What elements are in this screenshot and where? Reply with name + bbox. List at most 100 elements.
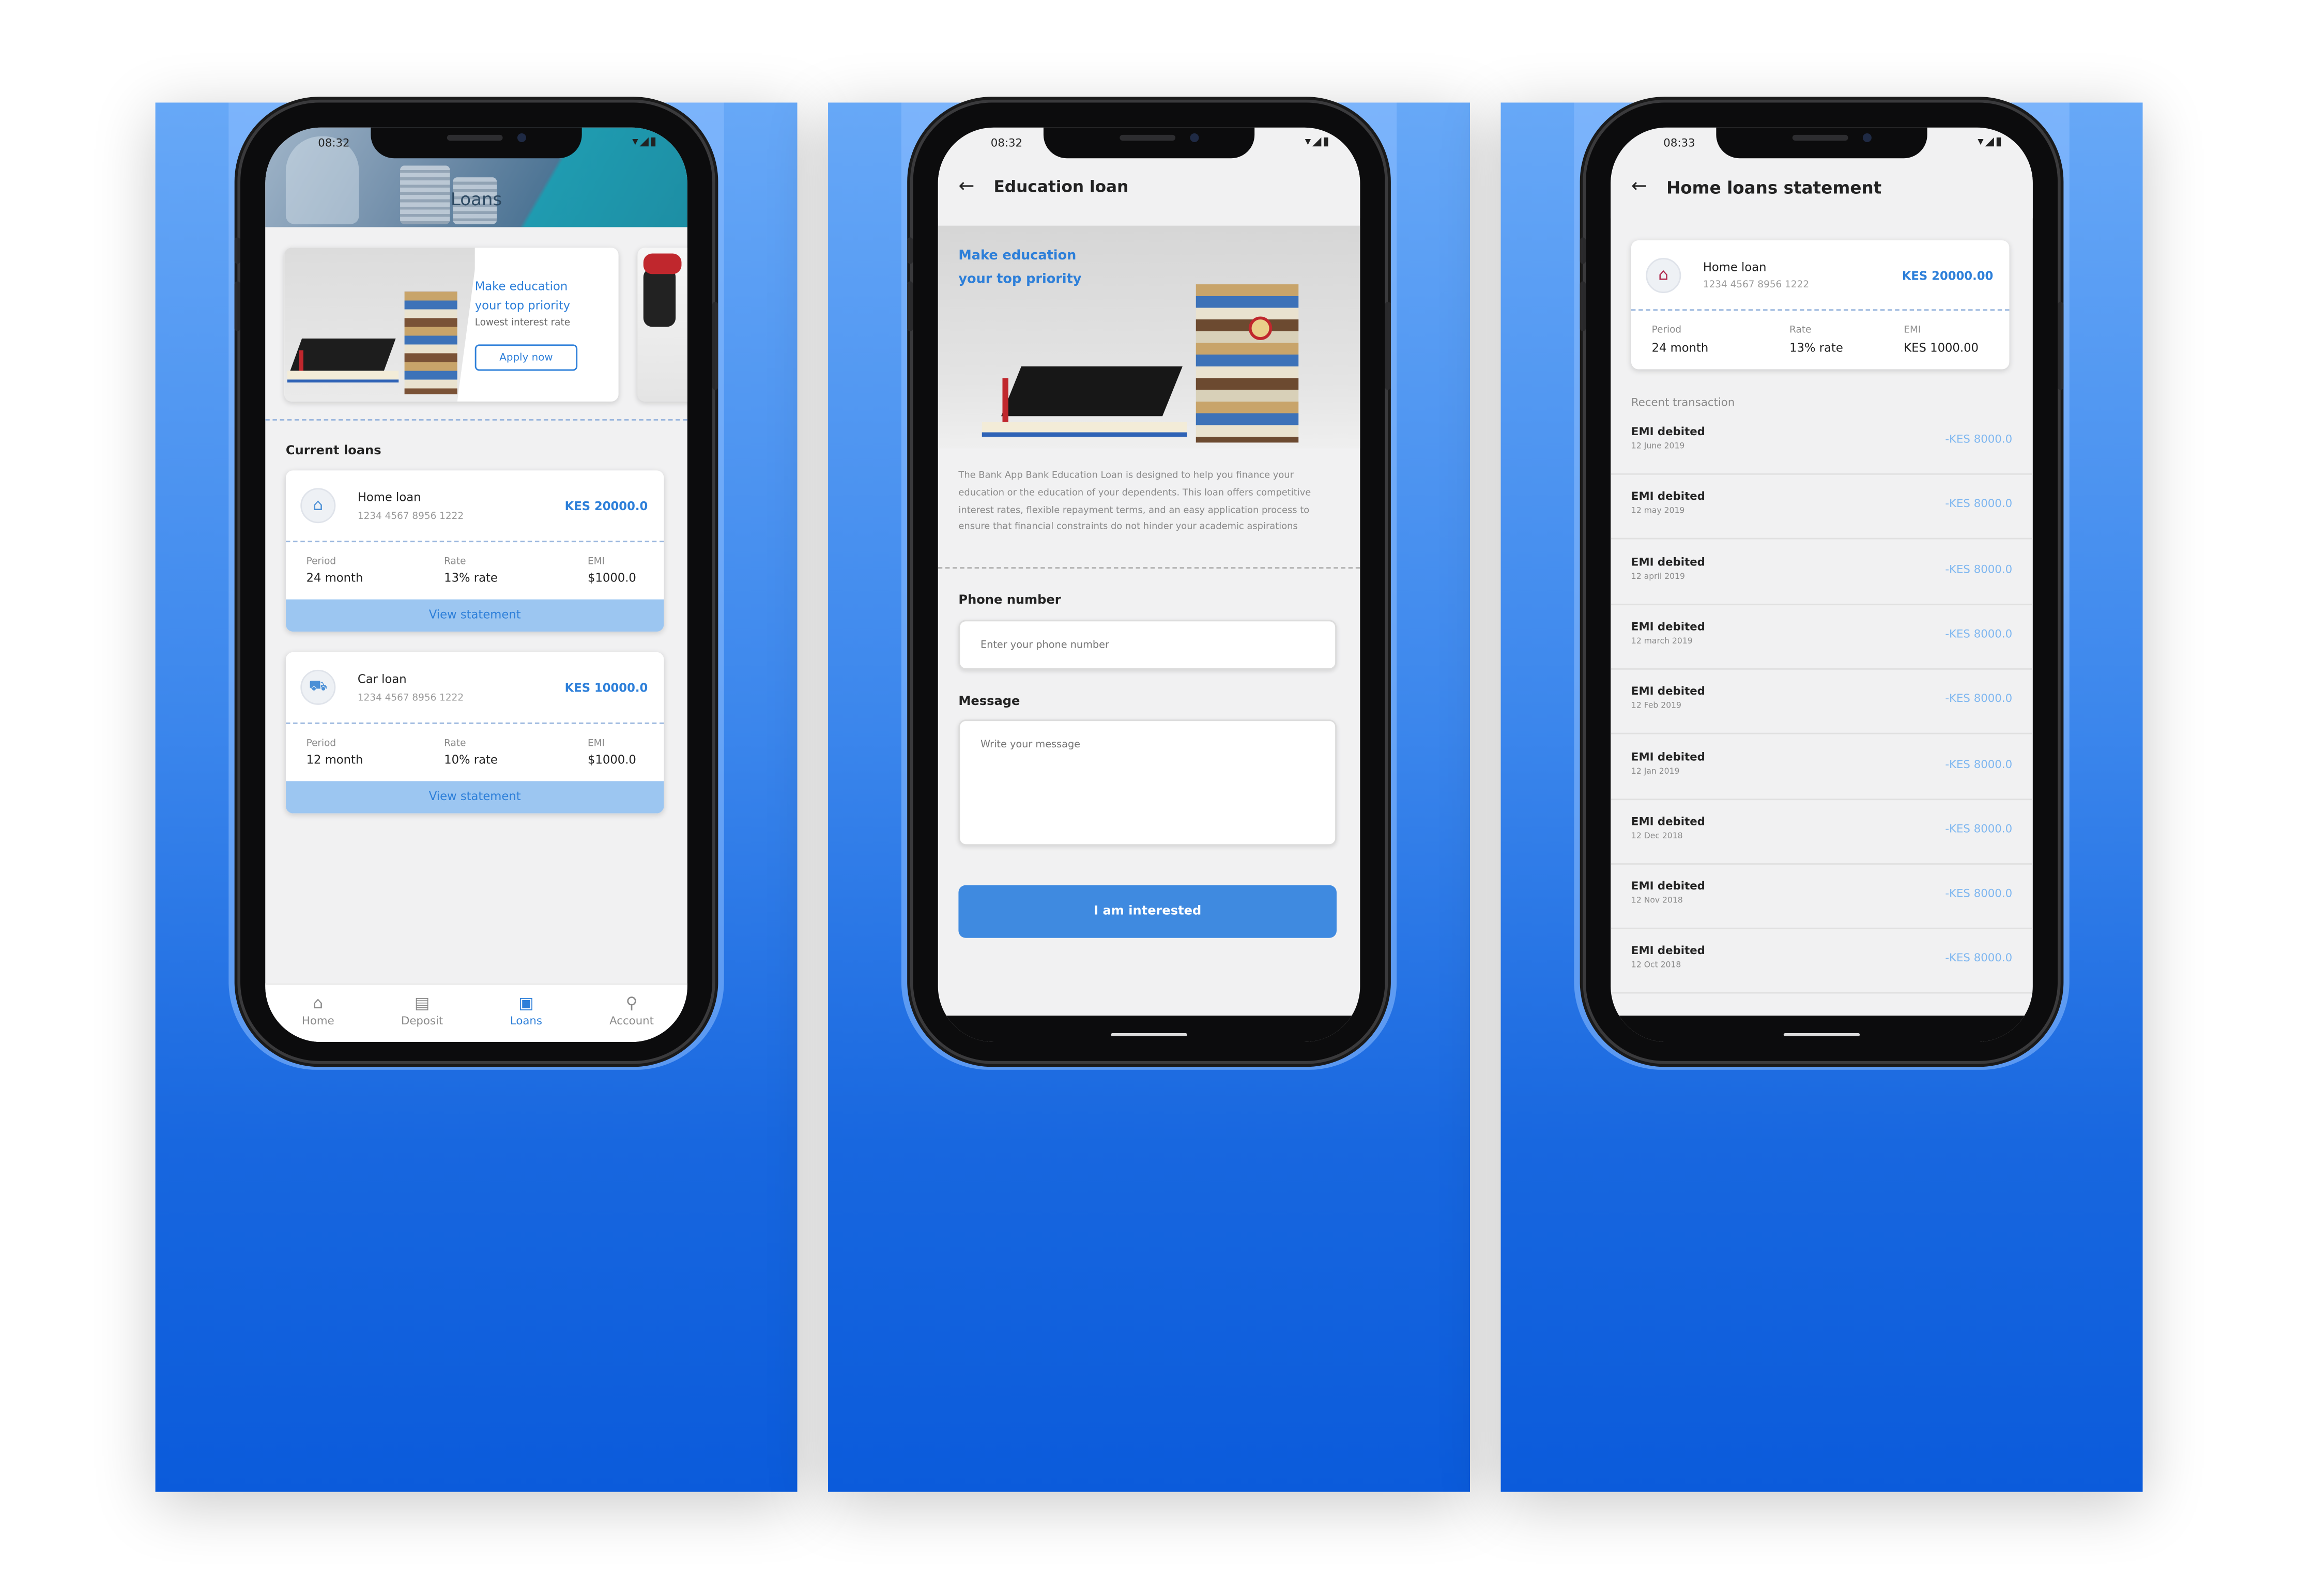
transaction-amount: -KES 8000.0 [1945,886,2013,900]
book-stack-graphic [404,291,457,394]
hero-line-2: your top priority [958,272,1082,287]
status-time: 08:33 [1663,136,1695,150]
transaction-amount: -KES 8000.0 [1945,692,2013,705]
status-icons: ▾◢▮ [1305,134,1331,148]
transaction-title: EMI debited [1631,620,1705,633]
side-button [712,302,718,390]
open-book-graphic [982,422,1187,437]
transaction-row[interactable]: EMI debited 12 march 2019 -KES 8000.0 [1611,605,2033,670]
bottom-fill [1611,1016,2033,1042]
nav-deposit[interactable]: ▤ Deposit [378,993,466,1027]
side-button [907,237,913,264]
panel-education: 08:32 ▾◢▮ ← Education loan Make educatio… [828,102,1470,1492]
status-time: 08:32 [318,136,350,150]
graduation-cap-graphic [290,339,396,371]
transaction-date: 12 Oct 2018 [1631,962,1681,971]
promo-card[interactable]: Make education your top priority Lowest … [284,248,619,402]
tassel-graphic [1002,378,1008,422]
hero-line-1: Make education [958,249,1077,264]
loan-number: 1234 4567 8956 1222 [357,692,464,704]
transaction-date: 12 april 2019 [1631,572,1685,581]
deposit-icon: ▤ [414,993,430,1013]
back-arrow-icon[interactable]: ← [1631,176,1647,198]
transaction-row[interactable]: EMI debited 12 Jan 2019 -KES 8000.0 [1611,735,2033,800]
home-icon: ⌂ [313,993,324,1013]
page-title: Home loans statement [1666,177,1882,198]
transaction-list: EMI debited 12 June 2019 -KES 8000.0 EMI de… [1611,410,2033,1011]
view-statement-button[interactable]: View statement [285,781,664,814]
promo-sub: Lowest interest rate [474,316,571,329]
side-button [1580,237,1586,264]
nav-loans[interactable]: ▣ Loans [482,993,570,1027]
loan-number: 1234 4567 8956 1222 [1703,278,1810,290]
nav-label: Deposit [401,1014,443,1027]
back-arrow-icon[interactable]: ← [958,176,974,198]
view-statement-button[interactable]: View statement [285,599,664,632]
promo-heading-1: Make education [474,280,568,294]
transaction-title: EMI debited [1631,814,1705,828]
nav-account[interactable]: ⚲ Account [588,993,676,1027]
promo-card-next[interactable] [637,248,687,402]
screen-education: 08:32 ▾◢▮ ← Education loan Make educatio… [938,127,1360,1042]
transaction-date: 12 June 2019 [1631,442,1685,452]
screen-loans: 08:32 ▾◢▮ Loans Make education your top … [265,127,687,1042]
rate-label: Rate [1789,324,1812,336]
loan-name: Car loan [357,672,407,686]
loan-number: 1234 4567 8956 1222 [357,510,464,522]
transaction-title: EMI debited [1631,489,1705,503]
graduation-books-image [284,248,475,402]
ribbon-graphic [643,253,682,274]
section-divider [938,567,1360,569]
transaction-title: EMI debited [1631,879,1705,893]
notch [371,127,582,159]
bottom-nav: ⌂ Home ▤ Deposit ▣ Loans ⚲ Account [265,983,687,1042]
graduation-cap-graphic [1001,366,1183,417]
transaction-date: 12 Dec 2018 [1631,832,1683,841]
period-label: Period [306,555,336,567]
transaction-amount: -KES 8000.0 [1945,432,2013,446]
transaction-title: EMI debited [1631,944,1705,958]
status-time: 08:32 [990,136,1023,150]
transaction-date: 12 Jan 2019 [1631,767,1680,776]
side-button [1385,302,1391,390]
emi-label: EMI [588,555,605,567]
emi-value: $1000.0 [588,753,636,766]
nav-home[interactable]: ⌂ Home [274,993,362,1027]
side-button [234,237,241,264]
panel-statement: 08:33 ▾◢▮ ← Home loans statement ⌂ Home … [1500,102,2143,1492]
message-label: Message [958,695,1020,710]
app-bar: ← Home loans statement [1611,160,2033,219]
transaction-row[interactable]: EMI debited 12 may 2019 -KES 8000.0 [1611,475,2033,540]
period-label: Period [306,737,336,749]
loan-description: The Bank App Bank Education Loan is desi… [958,470,1311,533]
transaction-date: 12 Nov 2018 [1631,897,1683,906]
message-textarea[interactable] [958,719,1337,846]
transaction-row[interactable]: EMI debited 12 Dec 2018 -KES 8000.0 [1611,800,2033,865]
transaction-amount: -KES 8000.0 [1945,562,2013,576]
transaction-row[interactable]: EMI debited 12 Nov 2018 -KES 8000.0 [1611,865,2033,929]
transaction-row[interactable]: EMI debited 12 Feb 2019 -KES 8000.0 [1611,670,2033,735]
transaction-date: 12 Feb 2019 [1631,702,1681,711]
book-stack-graphic [1196,284,1299,443]
emi-value: KES 1000.00 [1904,341,1979,355]
transaction-title: EMI debited [1631,555,1705,569]
rate-value: 13% rate [444,571,498,585]
loan-amount: KES 20000.0 [564,499,648,513]
nav-label: Account [609,1014,654,1027]
apply-now-button[interactable]: Apply now [474,344,578,371]
transaction-row[interactable]: EMI debited 12 april 2019 -KES 8000.0 [1611,540,2033,605]
card-divider [285,541,664,543]
phone-number-input[interactable] [958,620,1337,670]
loan-card-car[interactable]: ⛟ Car loan 1234 4567 8956 1222 KES 10000… [285,652,664,814]
transaction-row[interactable]: EMI debited 12 Oct 2018 -KES 8000.0 [1611,930,2033,994]
loan-card-home[interactable]: ⌂ Home loan 1234 4567 8956 1222 KES 2000… [285,470,664,632]
home-indicator [1783,1033,1860,1036]
transaction-date: 12 may 2019 [1631,507,1685,516]
interested-button[interactable]: I am interested [958,885,1337,938]
rate-value: 13% rate [1789,341,1843,355]
emi-label: EMI [588,737,605,749]
phone-frame: 08:33 ▾◢▮ ← Home loans statement ⌂ Home … [1580,102,2064,1061]
transaction-amount: -KES 8000.0 [1945,497,2013,511]
transaction-row[interactable]: EMI debited 12 June 2019 -KES 8000.0 [1611,410,2033,475]
open-book-graphic [287,371,399,383]
